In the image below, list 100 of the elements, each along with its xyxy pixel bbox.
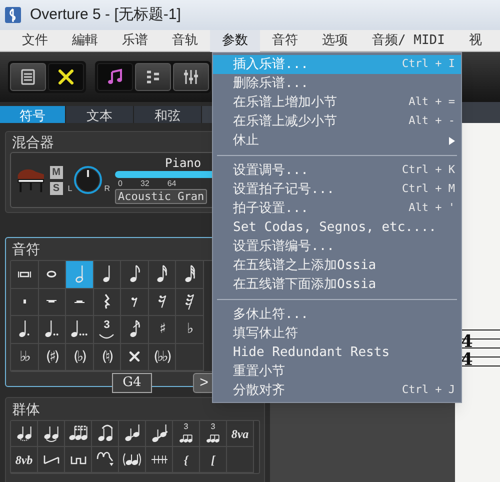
palette-button[interactable] [94, 261, 121, 288]
palette-button[interactable] [121, 261, 148, 288]
palette-button[interactable] [146, 447, 173, 473]
eighth-note-icon [128, 264, 141, 284]
toolbar-button[interactable] [10, 63, 46, 91]
palette-button[interactable] [38, 261, 66, 288]
palette-button[interactable]: [ [200, 447, 227, 473]
palette-button[interactable]: (♭♭) [148, 344, 176, 371]
palette-button[interactable] [65, 447, 92, 473]
instrument-dropdown[interactable]: Acoustic Gran [115, 189, 207, 204]
palette-button[interactable] [38, 447, 65, 473]
bracket-icon [42, 454, 60, 465]
palette-button[interactable] [66, 316, 94, 344]
palette-button[interactable] [176, 288, 204, 316]
palette-button[interactable]: (♯) [38, 344, 66, 371]
menu-item[interactable]: Hide Redundant Rests [213, 343, 461, 362]
tremolo-icon [150, 454, 168, 465]
menu-item[interactable]: 音轨 [160, 30, 210, 52]
palette-button[interactable] [38, 316, 66, 344]
palette-button[interactable]: { [173, 447, 200, 473]
menu-item[interactable]: 设置拍子记号... Ctrl + M [213, 180, 461, 199]
menu-item[interactable]: 音符 [260, 30, 310, 52]
menu-item-label: Set Codas, Segnos, etc.... [233, 218, 438, 237]
double-dotted-note-icon [43, 319, 60, 340]
tab[interactable]: 和弦 [134, 106, 202, 123]
menu-item[interactable]: 设置调号... Ctrl + K [213, 161, 461, 180]
palette-button[interactable] [119, 447, 146, 473]
palette-button[interactable] [66, 288, 94, 316]
pitch-field[interactable]: G4 [112, 373, 152, 393]
menu-item[interactable]: 多休止符... [213, 305, 461, 324]
palette-button[interactable] [94, 288, 121, 316]
menu-item-label: 设置拍子记号... [233, 180, 336, 199]
palette-button[interactable] [148, 261, 176, 288]
octave-mark: 8va [231, 428, 249, 440]
palette-button[interactable] [148, 288, 176, 316]
menu-item[interactable]: 参数 [210, 30, 260, 52]
tab[interactable]: 文本 [66, 106, 134, 123]
shortcut-label: Ctrl + I [402, 56, 455, 72]
shortcut-label: Alt + = [408, 94, 455, 110]
octave-mark: 8vb [15, 454, 33, 466]
tuplet-number: 3 [210, 422, 216, 431]
menu-item[interactable]: 选项 [310, 30, 360, 52]
palette-button[interactable]: 3 [173, 421, 200, 447]
palette-button[interactable] [121, 344, 148, 371]
toolbar-button[interactable] [135, 63, 171, 91]
palette-button[interactable] [92, 447, 119, 473]
sixteenth-rest-icon [156, 294, 167, 310]
toolbar-button[interactable] [97, 63, 133, 91]
pan-knob[interactable] [73, 165, 104, 195]
app-icon [4, 6, 22, 24]
solo-button[interactable]: S [50, 182, 63, 194]
palette-button[interactable] [11, 421, 38, 447]
palette-button[interactable]: 3 [200, 421, 227, 447]
palette-button[interactable]: ♭♭ [11, 344, 38, 371]
menu-item[interactable]: 设置乐谱编号... [213, 237, 461, 256]
menu-item[interactable]: 休止 [213, 131, 461, 150]
arched-notes-icon [96, 424, 114, 444]
menu-item[interactable]: 删除乐谱... [213, 74, 461, 93]
menu-item[interactable]: 在乐谱上增加小节 Alt + = [213, 93, 461, 112]
toolbar-button[interactable] [48, 63, 84, 91]
menu-item[interactable]: 在乐谱上减少小节 Alt + - [213, 112, 461, 131]
palette-button[interactable]: 8va [227, 421, 254, 447]
menu-item[interactable]: 视 [456, 30, 494, 52]
palette-button[interactable] [121, 288, 148, 316]
palette-button[interactable] [66, 261, 94, 288]
palette-button[interactable] [11, 261, 38, 288]
menu-item[interactable]: 乐谱 [110, 30, 160, 52]
palette-button[interactable]: 8vb [11, 447, 38, 473]
palette-button[interactable] [121, 316, 148, 344]
mute-button[interactable]: M [50, 166, 63, 178]
palette-button[interactable] [146, 421, 173, 447]
tab[interactable]: 符号 [0, 106, 66, 123]
palette-button[interactable]: (♭) [66, 344, 94, 371]
menu-item[interactable]: 填写休止符 [213, 324, 461, 343]
menu-item[interactable]: 拍子设置... Alt + ' [213, 199, 461, 218]
palette-button[interactable] [65, 421, 92, 447]
menu-item[interactable]: 音频/ MIDI [360, 30, 457, 52]
rising-line-notes-icon [150, 422, 168, 444]
palette-button[interactable]: (♮) [94, 344, 121, 371]
palette-button[interactable] [92, 421, 119, 447]
palette-button[interactable]: 3 [94, 316, 121, 344]
palette-button[interactable]: ♭ [176, 316, 204, 344]
menu-item[interactable]: Set Codas, Segnos, etc.... [213, 218, 461, 237]
half-rest-icon [72, 299, 86, 304]
menu-item[interactable]: 文件 [10, 30, 60, 52]
palette-button[interactable] [176, 261, 204, 288]
shortcut-label: Ctrl + J [402, 382, 455, 398]
palette-button[interactable] [38, 288, 66, 316]
menu-item[interactable]: 在五线谱下面添加Ossia [213, 275, 461, 294]
menu-item[interactable]: 分散对齐 Ctrl + J [213, 381, 461, 400]
menu-item[interactable]: 編輯 [60, 30, 110, 52]
menu-item[interactable]: 重置小节 [213, 362, 461, 381]
palette-button[interactable] [11, 316, 38, 344]
menu-item[interactable]: 在五线谱之上添加Ossia [213, 256, 461, 275]
toolbar-button[interactable] [173, 63, 209, 91]
palette-button[interactable] [38, 421, 65, 447]
shortcut-label: Ctrl + K [402, 162, 455, 178]
pan-left-label: L [68, 183, 72, 195]
palette-button[interactable] [119, 421, 146, 447]
palette-button[interactable]: ♯ [148, 316, 176, 344]
